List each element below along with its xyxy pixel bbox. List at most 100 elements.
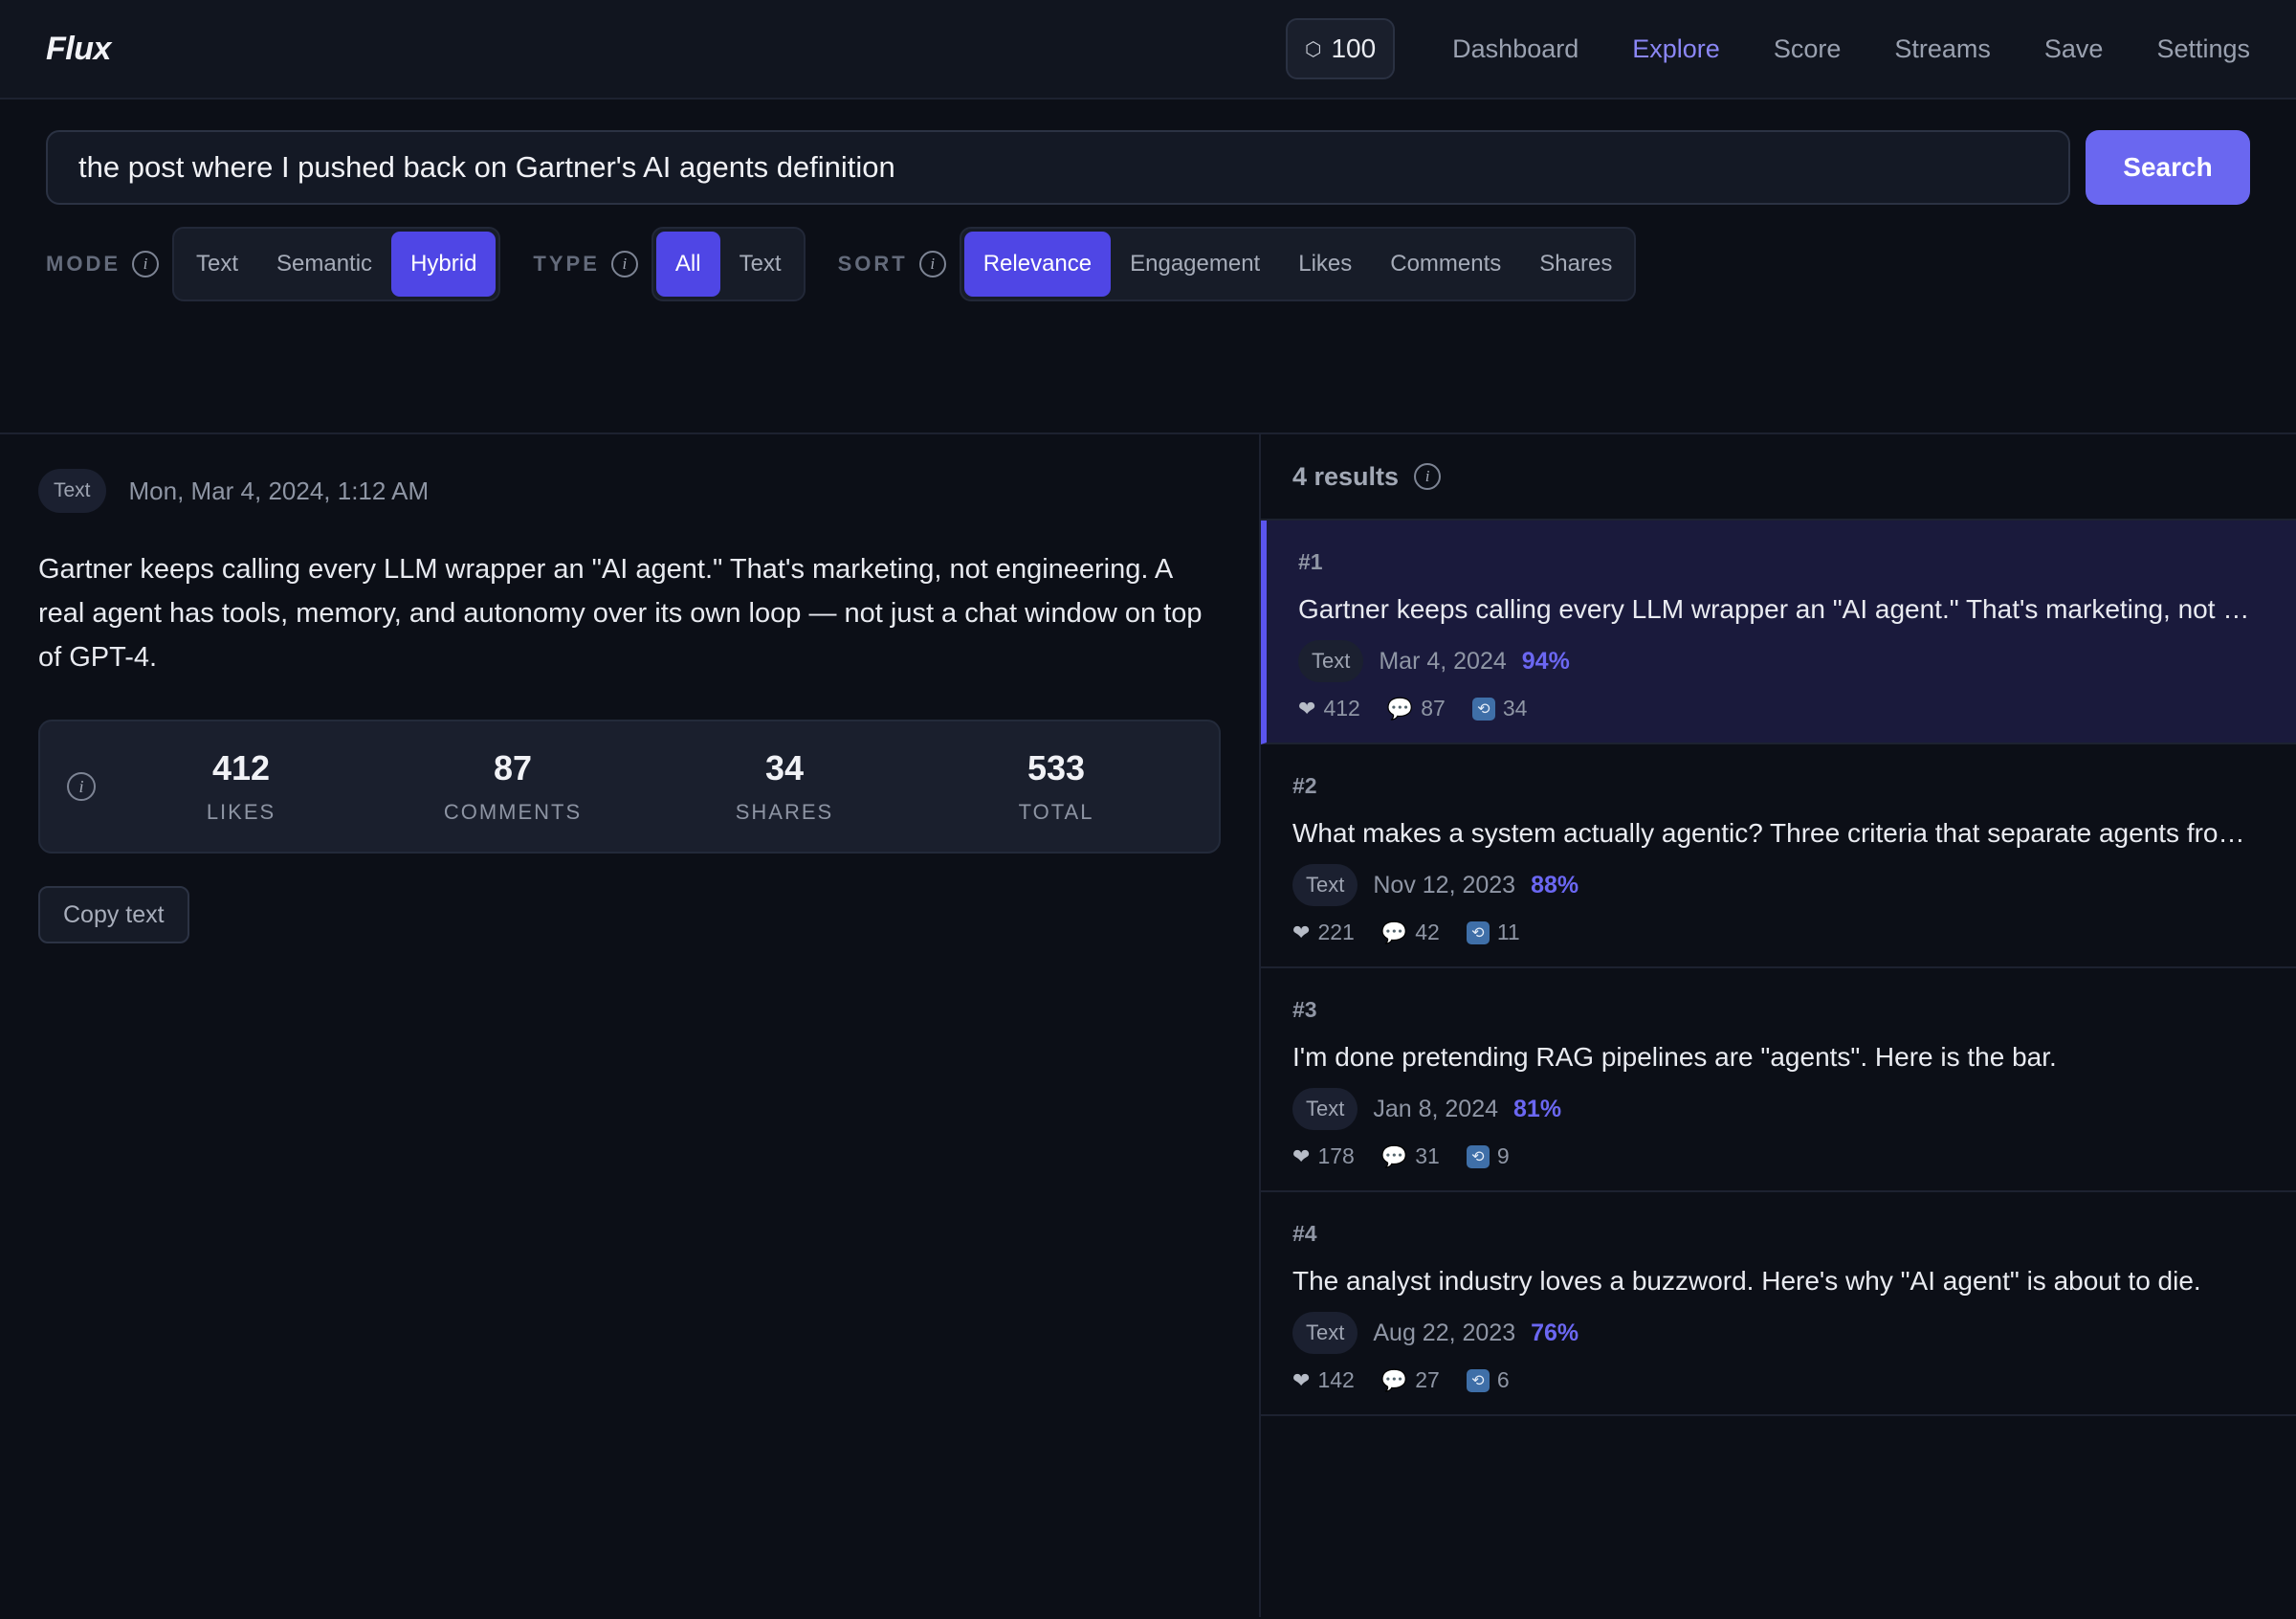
result-item[interactable]: #4 The analyst industry loves a buzzword.… <box>1261 1192 2296 1416</box>
mode-label-text: MODE <box>46 252 121 276</box>
result-engagement: ❤ 412 💬 87 ⟲ 34 <box>1298 696 2265 721</box>
mode-filter-label: MODE i <box>46 251 159 277</box>
heart-icon: ❤ <box>1292 920 1311 944</box>
type-option-all[interactable]: All <box>655 232 720 297</box>
app-logo[interactable]: Flux <box>46 31 111 68</box>
mode-option-semantic[interactable]: Semantic <box>257 232 391 297</box>
main-content: Text Mon, Mar 4, 2024, 1:12 AM Gartner k… <box>0 434 2296 1617</box>
sort-option-relevance[interactable]: Relevance <box>963 232 1112 297</box>
type-option-text[interactable]: Text <box>720 232 801 297</box>
nav-link-score[interactable]: Score <box>1774 34 1842 64</box>
result-score: 88% <box>1531 871 1579 898</box>
shares-count: ⟲ 6 <box>1466 1367 1510 1393</box>
stat-label: TOTAL <box>1018 800 1094 824</box>
comments-count: 💬 31 <box>1381 1143 1440 1169</box>
repost-icon: ⟲ <box>1466 1144 1490 1168</box>
result-rank: #2 <box>1292 773 1317 798</box>
repost-icon: ⟲ <box>1466 920 1490 944</box>
search-row: Search <box>46 130 2250 205</box>
result-item[interactable]: #1 Gartner keeps calling every LLM wrappe… <box>1261 521 2296 744</box>
result-date: Aug 22, 2023 <box>1373 1319 1516 1346</box>
result-title: What makes a system actually agentic? Th… <box>1292 818 2249 848</box>
stat-value: 533 <box>1027 748 1086 787</box>
stat-label: LIKES <box>206 800 276 824</box>
post-date: Mon, Mar 4, 2024, 1:12 AM <box>128 476 430 505</box>
stat-total: 533 TOTAL <box>951 748 1161 825</box>
search-button[interactable]: Search <box>2086 130 2250 205</box>
result-rank: #1 <box>1298 549 1323 574</box>
nav-link-explore[interactable]: Explore <box>1632 34 1720 64</box>
result-type-badge: Text <box>1292 864 1358 906</box>
likes-count: ❤ 221 <box>1292 920 1355 945</box>
sort-option-comments[interactable]: Comments <box>1371 232 1520 297</box>
stat-label: COMMENTS <box>443 800 583 824</box>
sort-option-likes[interactable]: Likes <box>1279 232 1371 297</box>
result-date: Mar 4, 2024 <box>1379 647 1507 675</box>
mode-segmented-control: Text Semantic Hybrid <box>172 227 501 301</box>
result-score: 81% <box>1513 1095 1562 1122</box>
likes-value: 221 <box>1317 920 1355 944</box>
mode-option-hybrid[interactable]: Hybrid <box>391 232 497 297</box>
sort-option-engagement[interactable]: Engagement <box>1111 232 1279 297</box>
sort-label-text: SORT <box>837 252 908 276</box>
result-type-badge: Text <box>1292 1088 1358 1130</box>
result-title: Gartner keeps calling every LLM wrapper … <box>1298 594 2255 624</box>
stat-label: SHARES <box>735 800 834 824</box>
comment-icon: 💬 <box>1386 696 1414 721</box>
info-icon[interactable]: i <box>132 251 159 277</box>
result-item[interactable]: #3 I'm done pretending RAG pipelines are … <box>1261 968 2296 1192</box>
shares-value: 11 <box>1496 920 1520 944</box>
repost-icon: ⟲ <box>1466 1368 1490 1392</box>
post-type-badge: Text <box>38 469 106 513</box>
credits-badge[interactable]: ⬡ 100 <box>1285 18 1396 79</box>
type-segmented-control: All Text <box>651 227 806 301</box>
sort-option-shares[interactable]: Shares <box>1520 232 1631 297</box>
comment-icon: 💬 <box>1380 1143 1408 1168</box>
nav-link-dashboard[interactable]: Dashboard <box>1452 34 1578 64</box>
result-score: 76% <box>1531 1319 1579 1346</box>
comments-value: 87 <box>1421 696 1446 721</box>
shares-value: 34 <box>1502 696 1528 721</box>
copy-text-button[interactable]: Copy text <box>38 886 189 943</box>
stat-value: 34 <box>764 748 805 787</box>
info-icon[interactable]: i <box>1414 463 1442 490</box>
stat-value: 412 <box>211 748 271 787</box>
post-body: Gartner keeps calling every LLM wrapper … <box>38 554 1203 673</box>
result-item[interactable]: #2 What makes a system actually agentic? … <box>1261 744 2296 968</box>
likes-count: ❤ 142 <box>1292 1367 1355 1393</box>
comment-icon: 💬 <box>1380 1367 1408 1392</box>
shares-count: ⟲ 9 <box>1466 1143 1510 1169</box>
info-icon[interactable]: i <box>67 772 96 801</box>
info-icon[interactable]: i <box>918 251 946 277</box>
repost-icon: ⟲ <box>1471 697 1495 721</box>
credits-count: 100 <box>1331 33 1377 63</box>
shares-value: 9 <box>1496 1143 1510 1168</box>
nav-link-save[interactable]: Save <box>2044 34 2104 64</box>
likes-value: 412 <box>1323 696 1360 721</box>
likes-count: ❤ 412 <box>1298 696 1360 721</box>
heart-icon: ❤ <box>1298 696 1316 721</box>
mode-option-text[interactable]: Text <box>177 232 257 297</box>
result-date: Nov 12, 2023 <box>1373 871 1516 898</box>
search-input[interactable] <box>46 130 2070 205</box>
engagement-stats: i 412 LIKES 87 COMMENTS 34 SHARES 533 TO… <box>38 720 1221 854</box>
hexagon-icon: ⬡ <box>1304 38 1322 60</box>
likes-value: 142 <box>1317 1367 1355 1392</box>
nav-link-settings[interactable]: Settings <box>2156 34 2250 64</box>
shares-count: ⟲ 11 <box>1466 920 1520 945</box>
post-detail-panel: Text Mon, Mar 4, 2024, 1:12 AM Gartner k… <box>0 434 1261 1617</box>
results-panel: 4 results i #1 Gartner keeps calling ever… <box>1261 434 2296 1617</box>
nav-link-streams[interactable]: Streams <box>1894 34 1991 64</box>
comments-count: 💬 87 <box>1387 696 1446 721</box>
filter-bar: MODE i Text Semantic Hybrid TYPE i All T… <box>46 227 2250 301</box>
result-meta: Text Jan 8, 2024 81% <box>1292 1088 2265 1130</box>
info-icon[interactable]: i <box>610 251 638 277</box>
shares-count: ⟲ 34 <box>1471 696 1528 721</box>
result-date: Jan 8, 2024 <box>1373 1095 1499 1122</box>
stat-comments: 87 COMMENTS <box>408 748 618 825</box>
stat-value: 87 <box>493 748 533 787</box>
result-type-badge: Text <box>1292 1312 1358 1354</box>
likes-count: ❤ 178 <box>1292 1143 1355 1169</box>
comments-value: 42 <box>1415 920 1440 944</box>
main-nav: ⬡ 100 Dashboard Explore Score Streams Sa… <box>1285 18 2250 79</box>
